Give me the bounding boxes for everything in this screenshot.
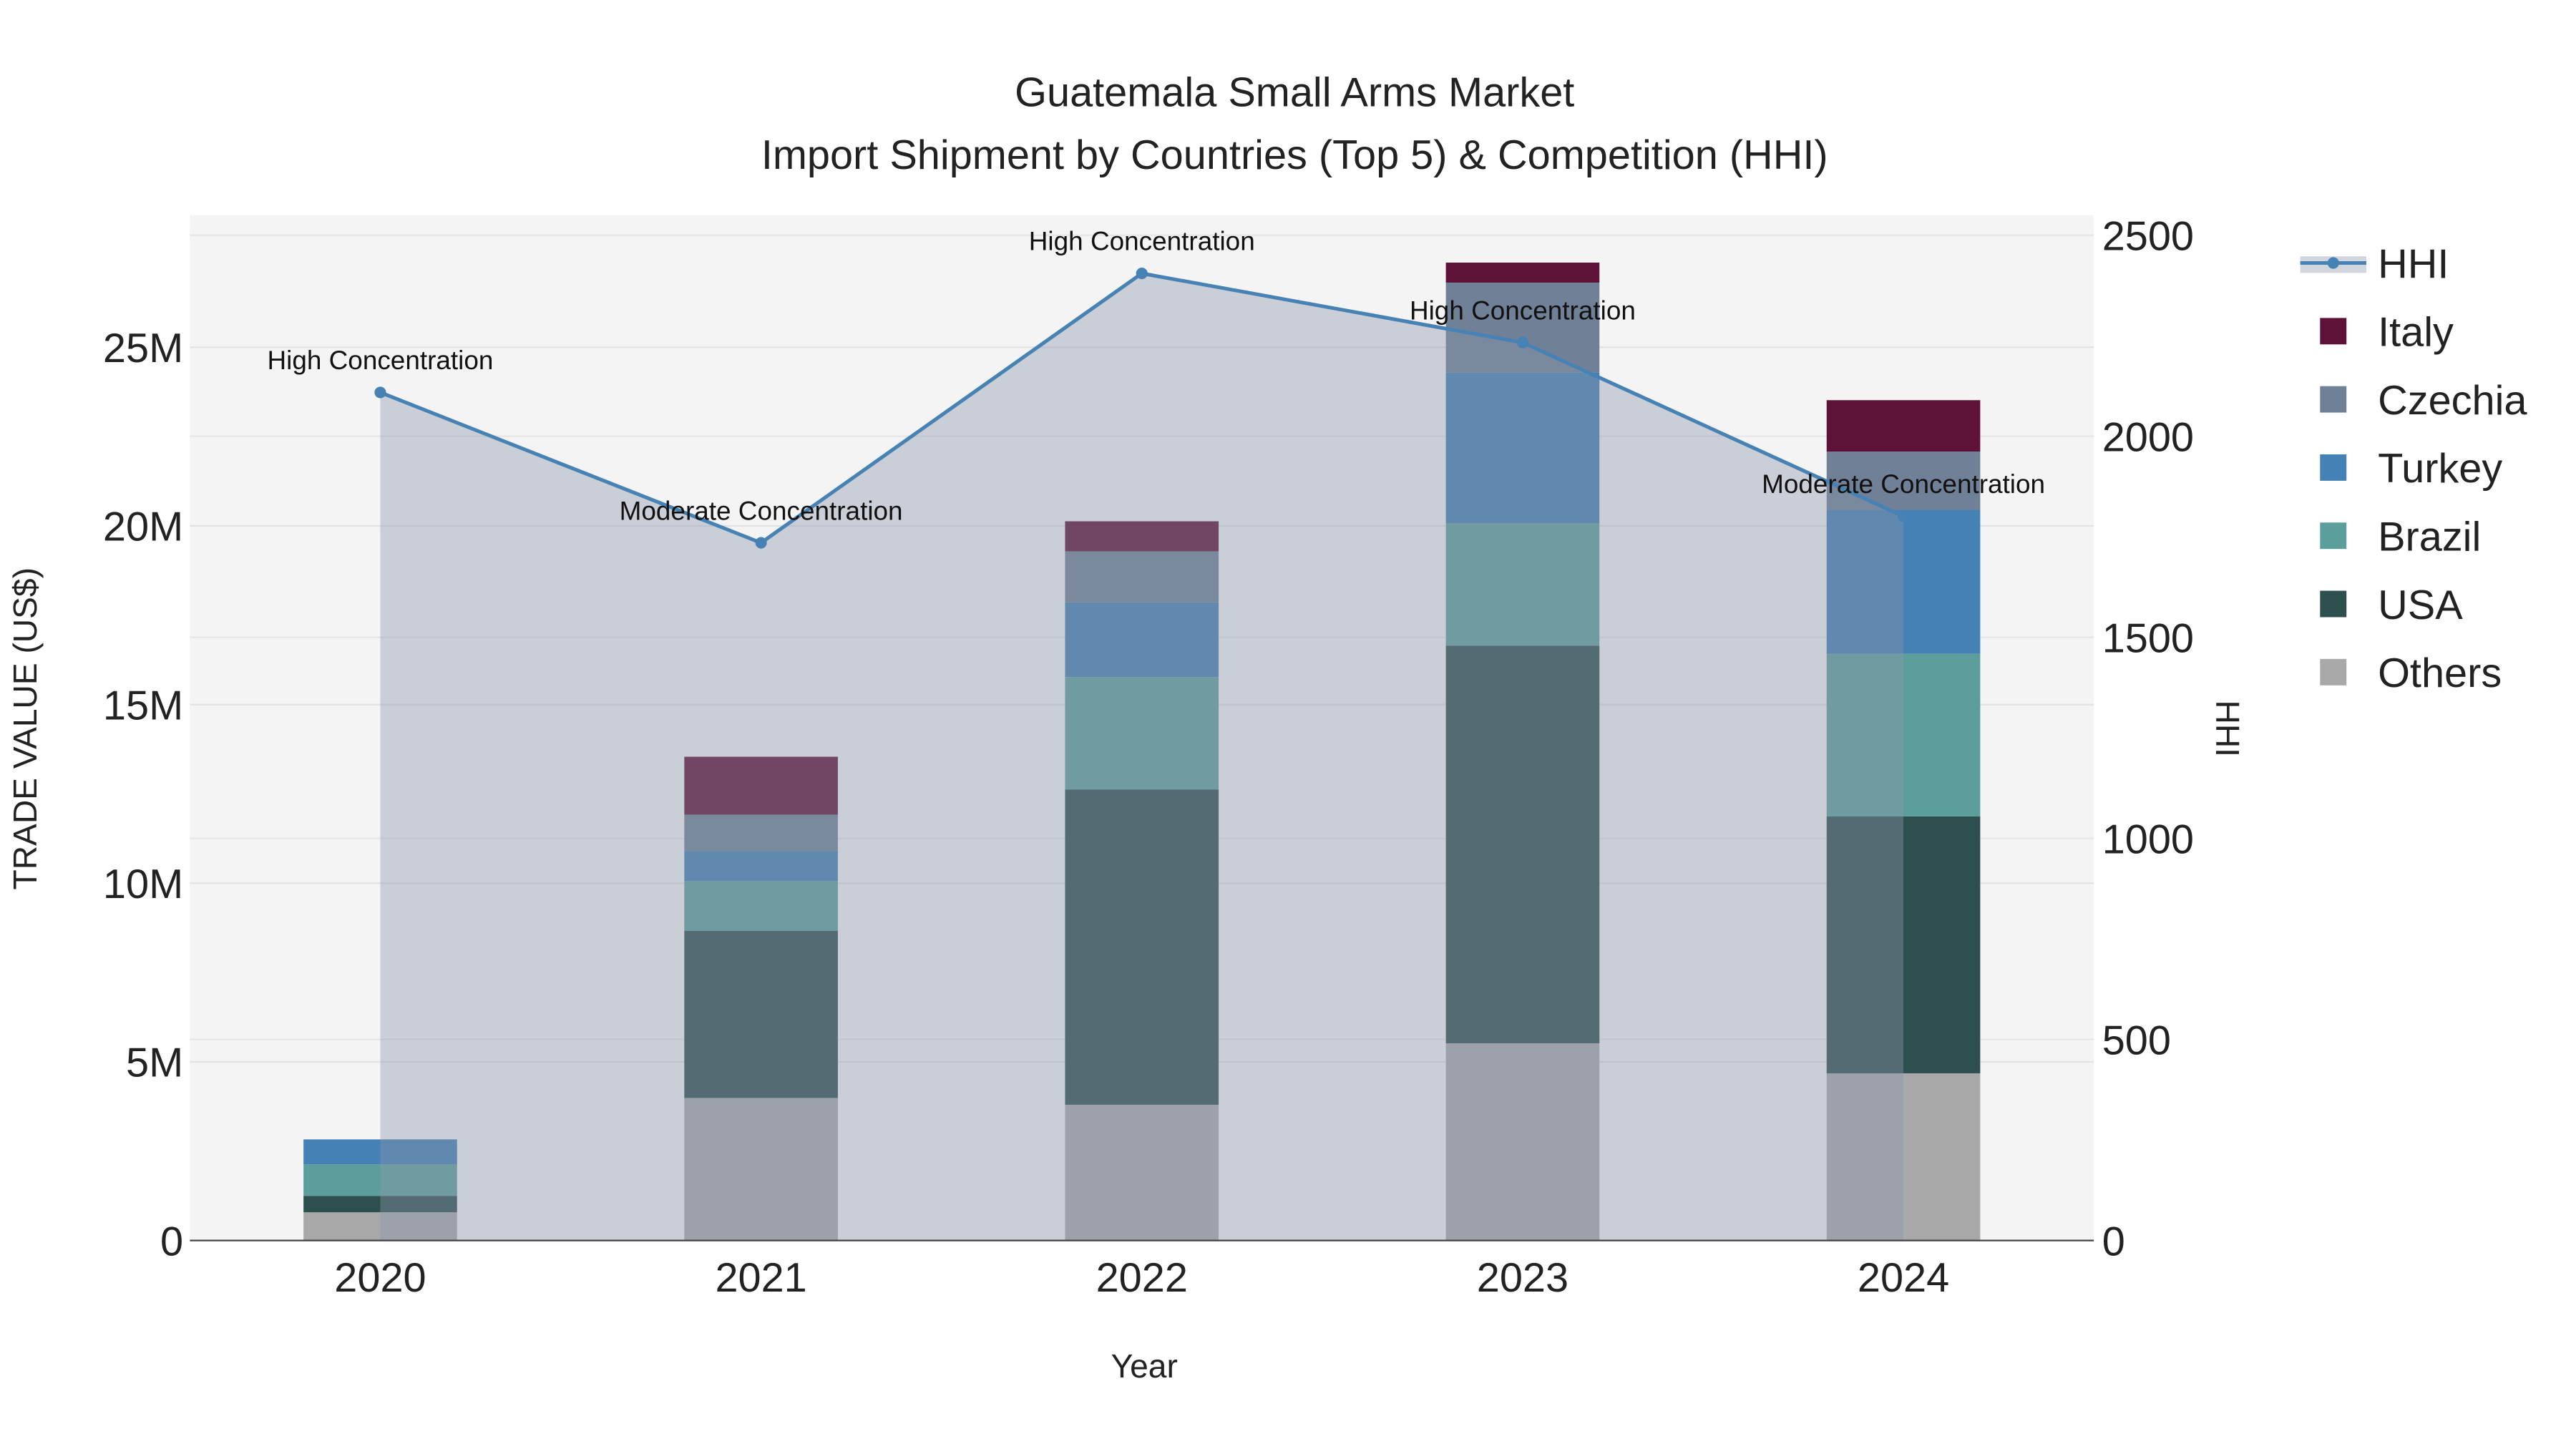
legend-label-turkey: Turkey (2378, 446, 2502, 492)
legend-label-czechia: Czechia (2378, 378, 2527, 424)
legend-label-italy: Italy (2378, 310, 2454, 356)
y-tick-label: 10M (103, 862, 183, 907)
y2-tick-label: 1000 (2102, 816, 2194, 862)
legend-swatch-usa (2320, 590, 2347, 618)
y-tick-label: 25M (103, 326, 183, 371)
legend-swatch-others (2320, 658, 2347, 686)
y2-tick-label: 1500 (2102, 615, 2194, 661)
legend: HHI Italy Czechia Turkey Brazil USA Others (2300, 241, 2527, 696)
chart-subtitle: Import Shipment by Countries (Top 5) & C… (761, 132, 1828, 178)
hhi-point (1898, 510, 1910, 522)
legend-swatch-italy (2320, 318, 2347, 345)
y-tick-label: 20M (103, 504, 183, 550)
hhi-annotation: Moderate Concentration (1762, 469, 2045, 499)
chart-title: Guatemala Small Arms Market (1015, 69, 1574, 115)
hhi-point (755, 537, 767, 549)
hhi-point (374, 386, 386, 399)
legend-swatch-turkey (2320, 454, 2347, 481)
legend-swatch-brazil (2320, 522, 2347, 550)
y-tick-label: 15M (103, 683, 183, 728)
y2-tick-label: 500 (2102, 1018, 2171, 1063)
y2-tick-label: 2000 (2102, 414, 2194, 460)
legend-label-hhi: HHI (2378, 241, 2449, 287)
bar-italy (1826, 400, 1981, 452)
hhi-annotation: High Concentration (267, 346, 493, 375)
x-tick-label: 2022 (1096, 1255, 1188, 1301)
y-tick-label: 5M (126, 1040, 183, 1086)
hhi-annotation: High Concentration (1410, 296, 1636, 325)
y-tick-label: 0 (160, 1219, 183, 1264)
y-axis-title: TRADE VALUE (US$) (6, 567, 44, 889)
hhi-point (1136, 267, 1148, 280)
x-tick-label: 2020 (334, 1255, 426, 1301)
y2-tick-label: 2500 (2102, 213, 2194, 259)
hhi-annotation: High Concentration (1029, 227, 1255, 256)
legend-marker-hhi (2327, 257, 2339, 269)
legend-label-usa: USA (2378, 582, 2463, 628)
legend-swatch-czechia (2320, 386, 2347, 413)
x-tick-label: 2021 (715, 1255, 806, 1301)
legend-label-brazil: Brazil (2378, 514, 2481, 560)
y2-axis-title: HHI (2209, 701, 2246, 757)
x-axis-title: Year (1111, 1347, 1178, 1385)
legend-label-others: Others (2378, 650, 2502, 696)
x-tick-label: 2024 (1858, 1255, 1949, 1301)
hhi-annotation: Moderate Concentration (620, 496, 903, 525)
bar-italy (1445, 262, 1600, 283)
y2-tick-label: 0 (2102, 1219, 2125, 1264)
hhi-point (1516, 336, 1528, 348)
x-tick-label: 2023 (1477, 1255, 1568, 1301)
chart: 0 5M 10M 15M 20M 25M 0 500 1000 1500 2000 2500 2020 2… (6, 69, 2528, 1385)
